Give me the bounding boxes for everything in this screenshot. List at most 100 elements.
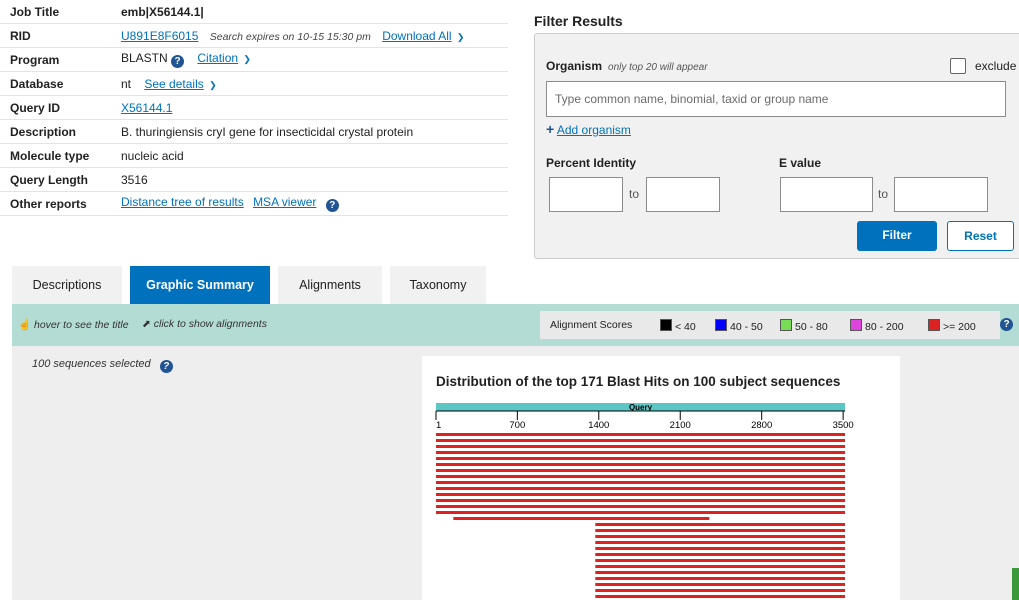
reset-button[interactable]: Reset [947, 221, 1014, 251]
row-database: Database nt See details ❯ [0, 72, 508, 96]
hit-distribution-plot: Query1 700 1400 2100 2800 3500 [435, 403, 854, 598]
hover-hint: ☝ hover to see the title [18, 319, 129, 331]
graphic-summary-panel: Distribution of the top 171 Blast Hits o… [422, 356, 900, 600]
alignment-scores-legend: Alignment Scores < 40 40 - 50 50 - 80 80… [540, 311, 1000, 339]
other-reports-label: Other reports [10, 196, 87, 211]
tab-taxonomy[interactable]: Taxonomy [390, 266, 486, 304]
hit-bar [436, 463, 845, 466]
hand-pointer-icon: ☝ [18, 319, 32, 331]
description-value: B. thuringiensis cryI gene for insectici… [121, 124, 414, 139]
hit-bar [453, 517, 710, 520]
score-legend-item: >= 200 [928, 319, 976, 333]
tick-label: 2100 [670, 420, 691, 431]
row-query-length: Query Length 3516 [0, 168, 508, 192]
hit-bar [436, 505, 845, 508]
search-expires-text: Search expires on 10-15 15:30 pm [209, 30, 371, 43]
row-query-id: Query ID X56144.1 [0, 96, 508, 120]
tab-descriptions[interactable]: Descriptions [12, 266, 122, 304]
hit-bar [436, 499, 845, 502]
hit-bar [436, 493, 845, 496]
percent-identity-max-input[interactable] [646, 177, 720, 212]
hit-bar [595, 589, 845, 592]
plus-icon: + [546, 121, 555, 137]
graphic-summary-area: 100 sequences selected ? Distribution of… [12, 346, 1019, 600]
hit-bar [595, 541, 845, 544]
chevron-down-icon[interactable]: ❯ [243, 54, 251, 64]
to-label: to [878, 187, 889, 201]
hit-bar [595, 535, 845, 538]
job-title-label: Job Title [10, 4, 60, 19]
hit-bar [595, 595, 845, 598]
hit-bar [595, 523, 845, 526]
hit-bar [595, 571, 845, 574]
query-length-value: 3516 [121, 172, 148, 187]
tick-label: 2800 [751, 420, 772, 431]
hit-bar [436, 439, 845, 442]
see-details-link[interactable]: See details [144, 77, 203, 91]
query-id-label: Query ID [10, 100, 61, 115]
percent-identity-label: Percent Identity [546, 156, 637, 170]
help-icon[interactable]: ? [1000, 318, 1013, 331]
organism-hint: only top 20 will appear [608, 62, 708, 73]
citation-link[interactable]: Citation [197, 51, 238, 65]
hit-bar [436, 469, 845, 472]
feedback-tab[interactable] [1012, 568, 1019, 600]
job-summary-table: Job Title emb|X56144.1| RID U891E8F6015 … [0, 0, 508, 216]
tick-label: 1400 [588, 420, 609, 431]
hit-bar [595, 553, 845, 556]
hit-bar [436, 433, 845, 436]
help-icon[interactable]: ? [159, 360, 173, 373]
hit-bar [436, 451, 845, 454]
score-legend-item: < 40 [660, 319, 696, 333]
tab-alignments[interactable]: Alignments [278, 266, 382, 304]
msa-viewer-link[interactable]: MSA viewer [253, 195, 316, 209]
rid-link[interactable]: U891E8F6015 [121, 29, 198, 43]
alignment-scores-label: Alignment Scores [550, 319, 633, 331]
database-label: Database [10, 76, 64, 91]
evalue-label: E value [779, 156, 822, 170]
graphic-toolbar: ☝ hover to see the title ⬈ click to show… [12, 304, 1019, 346]
score-legend-item: 40 - 50 [715, 319, 763, 333]
hit-bar [595, 529, 845, 532]
graphic-title: Distribution of the top 171 Blast Hits o… [436, 374, 841, 389]
evalue-max-input[interactable] [894, 177, 988, 212]
cursor-arrow-icon: ⬈ [142, 318, 151, 330]
help-icon[interactable]: ? [171, 55, 185, 68]
help-icon[interactable]: ? [325, 199, 339, 212]
organism-input[interactable]: Type common name, binomial, taxid or gro… [546, 81, 1006, 117]
rid-label: RID [10, 28, 31, 43]
hit-bar [595, 565, 845, 568]
row-other-reports: Other reports Distance tree of results M… [0, 192, 508, 216]
tick-label: 1 [436, 420, 441, 431]
click-hint: ⬈ click to show alignments [142, 318, 267, 330]
distance-tree-link[interactable]: Distance tree of results [121, 195, 244, 209]
program-value: BLASTN [121, 51, 168, 65]
evalue-min-input[interactable] [780, 177, 873, 212]
score-legend-item: 50 - 80 [780, 319, 828, 333]
score-legend-item: 80 - 200 [850, 319, 904, 333]
percent-identity-min-input[interactable] [549, 177, 623, 212]
program-label: Program [10, 52, 60, 67]
hit-bar [595, 559, 845, 562]
exclude-checkbox[interactable] [950, 58, 966, 74]
to-label: to [629, 187, 640, 201]
hit-bar [436, 511, 845, 514]
database-value: nt [121, 76, 132, 91]
add-organism-link[interactable]: + Add organism [546, 121, 631, 137]
row-program: Program BLASTN ? Citation ❯ [0, 48, 508, 72]
organism-label: Organism only top 20 will appear [546, 59, 708, 73]
hit-bar [436, 475, 845, 478]
chevron-down-icon[interactable]: ❯ [209, 80, 217, 90]
hit-bar [595, 547, 845, 550]
query-id-link[interactable]: X56144.1 [121, 101, 172, 115]
chevron-down-icon[interactable]: ❯ [457, 32, 465, 42]
tab-graphic-summary[interactable]: Graphic Summary [130, 266, 270, 304]
download-all-link[interactable]: Download All [382, 29, 451, 43]
filter-results-title: Filter Results [534, 13, 623, 29]
filter-button[interactable]: Filter [857, 221, 937, 251]
tick-label: 700 [509, 420, 525, 431]
exclude-label: exclude [975, 59, 1017, 73]
row-description: Description B. thuringiensis cryI gene f… [0, 120, 508, 144]
hit-bar [436, 481, 845, 484]
row-molecule-type: Molecule type nucleic acid [0, 144, 508, 168]
